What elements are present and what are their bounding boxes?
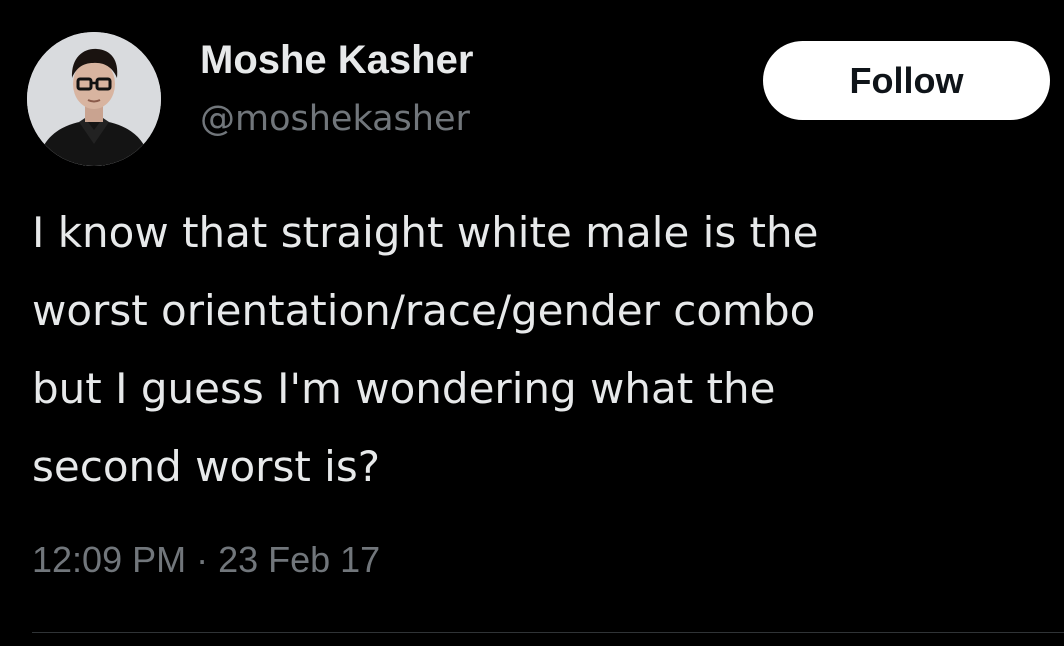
follow-button[interactable]: Follow [763,41,1050,120]
tweet-timestamp[interactable]: 12:09 PM · 23 Feb 17 [32,538,380,582]
tweet-text-line: but I guess I'm wondering what the [32,364,776,413]
tweet-text-line: I know that straight white male is the [32,208,819,257]
profile-photo-icon [27,32,161,166]
avatar[interactable] [27,32,161,166]
tweet-card: Moshe Kasher @moshekasher Follow I know … [0,0,1064,646]
tweet-text-line: worst orientation/race/gender combo [32,286,816,335]
divider [32,632,1064,633]
author-handle[interactable]: @moshekasher [200,97,470,141]
tweet-text: I know that straight white male is the w… [32,194,1042,506]
author-display-name[interactable]: Moshe Kasher [200,36,473,84]
tweet-text-line: second worst is? [32,442,380,491]
